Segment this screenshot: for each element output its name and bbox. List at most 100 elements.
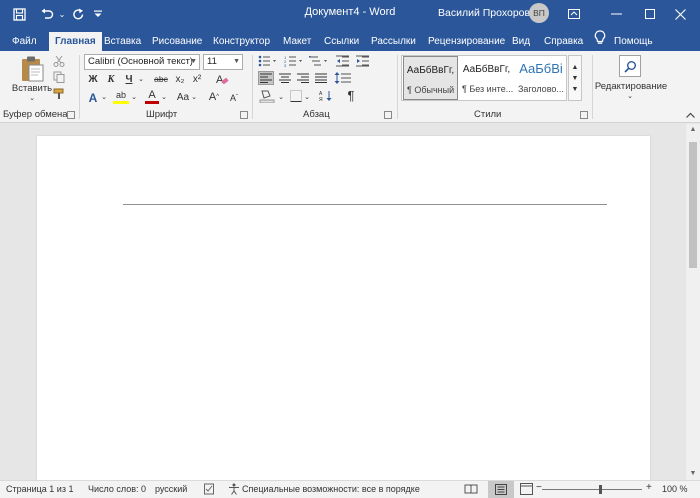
scroll-up-icon[interactable]: ▲ <box>686 124 700 136</box>
tab-help[interactable]: Справка <box>544 32 583 51</box>
show-formatting-marks-button[interactable]: ¶ <box>344 88 358 103</box>
numbering-icon[interactable]: 123 <box>283 54 305 68</box>
align-center-button[interactable] <box>277 71 293 85</box>
user-name[interactable]: Василий Прохоров <box>438 7 530 19</box>
sort-icon[interactable]: AЯ <box>318 89 334 103</box>
font-color-dropdown-icon[interactable]: ⌄ <box>160 91 168 103</box>
change-case-dropdown-icon[interactable]: ⌄ <box>190 91 198 103</box>
change-case-button[interactable]: Aa <box>175 90 191 104</box>
tab-tell-me[interactable]: Помощь <box>614 32 653 51</box>
paste-button[interactable]: Вставить <box>8 82 56 94</box>
scroll-down-icon[interactable]: ▼ <box>686 468 700 480</box>
multilevel-list-icon[interactable] <box>308 54 330 68</box>
style-no-spacing-sample: АаБбВвГг, <box>462 64 511 75</box>
font-launcher-icon[interactable] <box>240 111 248 119</box>
zoom-slider-thumb[interactable] <box>599 485 602 494</box>
tab-layout[interactable]: Макет <box>283 32 311 51</box>
shrink-font-button[interactable]: Aˇ <box>228 91 240 104</box>
scrollbar-thumb[interactable] <box>689 142 697 268</box>
accessibility-icon[interactable] <box>228 483 240 497</box>
collapse-ribbon-icon[interactable] <box>684 109 696 121</box>
vertical-scrollbar[interactable]: ▲ ▼ <box>686 124 700 480</box>
tab-references[interactable]: Ссылки <box>324 32 359 51</box>
document-page[interactable] <box>37 136 650 480</box>
page-count[interactable]: Страница 1 из 1 <box>6 484 73 494</box>
highlight-dropdown-icon[interactable]: ⌄ <box>130 91 138 103</box>
decrease-indent-icon[interactable] <box>335 54 351 68</box>
text-effects-button[interactable]: A <box>86 90 100 105</box>
justify-button[interactable] <box>313 71 329 85</box>
search-icon[interactable] <box>619 55 641 77</box>
zoom-slider[interactable] <box>542 489 642 490</box>
tab-home[interactable]: Главная <box>49 32 102 51</box>
tab-design[interactable]: Конструктор <box>213 32 270 51</box>
borders-icon[interactable] <box>288 89 303 103</box>
chevron-up-icon[interactable]: ▲ <box>572 64 579 71</box>
tab-file[interactable]: Файл <box>12 32 37 51</box>
avatar[interactable]: ВП <box>529 3 549 23</box>
tab-review[interactable]: Рецензирование <box>428 32 505 51</box>
zoom-level[interactable]: 100 % <box>662 484 688 494</box>
zoom-out-icon[interactable]: − <box>536 482 542 493</box>
increase-indent-icon[interactable] <box>355 54 371 68</box>
word-count[interactable]: Число слов: 0 <box>88 484 146 494</box>
close-icon[interactable] <box>660 0 700 28</box>
zoom-in-icon[interactable]: + <box>646 482 652 493</box>
tab-mailings[interactable]: Рассылки <box>371 32 416 51</box>
italic-button[interactable]: К <box>104 72 118 86</box>
chevron-down-icon[interactable]: ▼ <box>572 75 579 82</box>
font-color-button[interactable]: A <box>145 89 159 104</box>
line-spacing-icon[interactable] <box>333 71 353 85</box>
undo-icon[interactable] <box>36 4 58 24</box>
proofing-icon[interactable] <box>204 483 217 497</box>
text-effects-dropdown-icon[interactable]: ⌄ <box>100 91 108 103</box>
style-no-spacing[interactable]: АаБбВвГг, ¶ Без инте... <box>459 56 514 100</box>
tab-insert[interactable]: Вставка <box>104 32 141 51</box>
title-bar: ⌄ Документ4 - Word Василий Прохоров ВП <box>0 0 700 28</box>
paste-dropdown-icon[interactable]: ⌄ <box>26 94 38 102</box>
cut-icon[interactable] <box>52 54 66 68</box>
highlight-button[interactable]: ab <box>113 89 129 104</box>
superscript-button[interactable]: x² <box>190 72 204 86</box>
lightbulb-icon[interactable] <box>594 30 608 48</box>
editing-dropdown-icon[interactable]: ⌄ <box>624 91 636 101</box>
paste-icon[interactable] <box>18 54 46 84</box>
undo-dropdown-icon[interactable]: ⌄ <box>57 4 67 24</box>
read-mode-icon[interactable] <box>464 483 478 497</box>
align-right-button[interactable] <box>295 71 311 85</box>
save-icon[interactable] <box>8 4 30 24</box>
paragraph-launcher-icon[interactable] <box>384 111 392 119</box>
align-left-button[interactable] <box>258 71 274 85</box>
bold-button[interactable]: Ж <box>86 72 100 86</box>
customize-quick-access-icon[interactable] <box>93 4 103 24</box>
print-layout-button[interactable] <box>488 481 514 498</box>
tab-view[interactable]: Вид <box>512 32 530 51</box>
language[interactable]: русский <box>155 484 187 494</box>
clipboard-launcher-icon[interactable] <box>67 111 75 119</box>
underline-dropdown-icon[interactable]: ⌄ <box>137 73 145 85</box>
font-name-combo[interactable]: Calibri (Основной текст) ▼ <box>84 54 200 70</box>
tab-draw[interactable]: Рисование <box>152 32 202 51</box>
web-layout-icon[interactable] <box>520 483 533 497</box>
more-styles-icon[interactable]: ▼ <box>572 86 579 93</box>
style-heading-1[interactable]: АаБбВі Заголово... <box>515 56 567 100</box>
underline-button[interactable]: Ч <box>122 72 136 86</box>
accessibility-status[interactable]: Специальные возможности: все в порядке <box>242 484 420 494</box>
font-size-combo[interactable]: 11 ▼ <box>203 54 243 70</box>
styles-scroll-control[interactable]: ▲ ▼ ▼ <box>568 55 582 101</box>
styles-launcher-icon[interactable] <box>580 111 588 119</box>
strikethrough-button[interactable]: abc <box>152 72 170 86</box>
ribbon-display-options-icon[interactable] <box>554 0 594 28</box>
style-normal[interactable]: АаБбВвГг, ¶ Обычный <box>403 56 458 100</box>
font-size-value: 11 <box>207 56 217 67</box>
redo-icon[interactable] <box>68 4 88 24</box>
shading-icon[interactable] <box>258 88 276 103</box>
clear-formatting-icon[interactable]: A <box>214 71 230 87</box>
copy-icon[interactable] <box>52 70 66 84</box>
grow-font-button[interactable]: A ^ <box>208 89 220 104</box>
shading-dropdown-icon[interactable]: ⌄ <box>277 91 285 103</box>
bullets-icon[interactable] <box>257 54 279 68</box>
subscript-button[interactable]: x₂ <box>173 72 187 86</box>
format-painter-icon[interactable] <box>52 87 66 101</box>
borders-dropdown-icon[interactable]: ⌄ <box>303 91 311 103</box>
